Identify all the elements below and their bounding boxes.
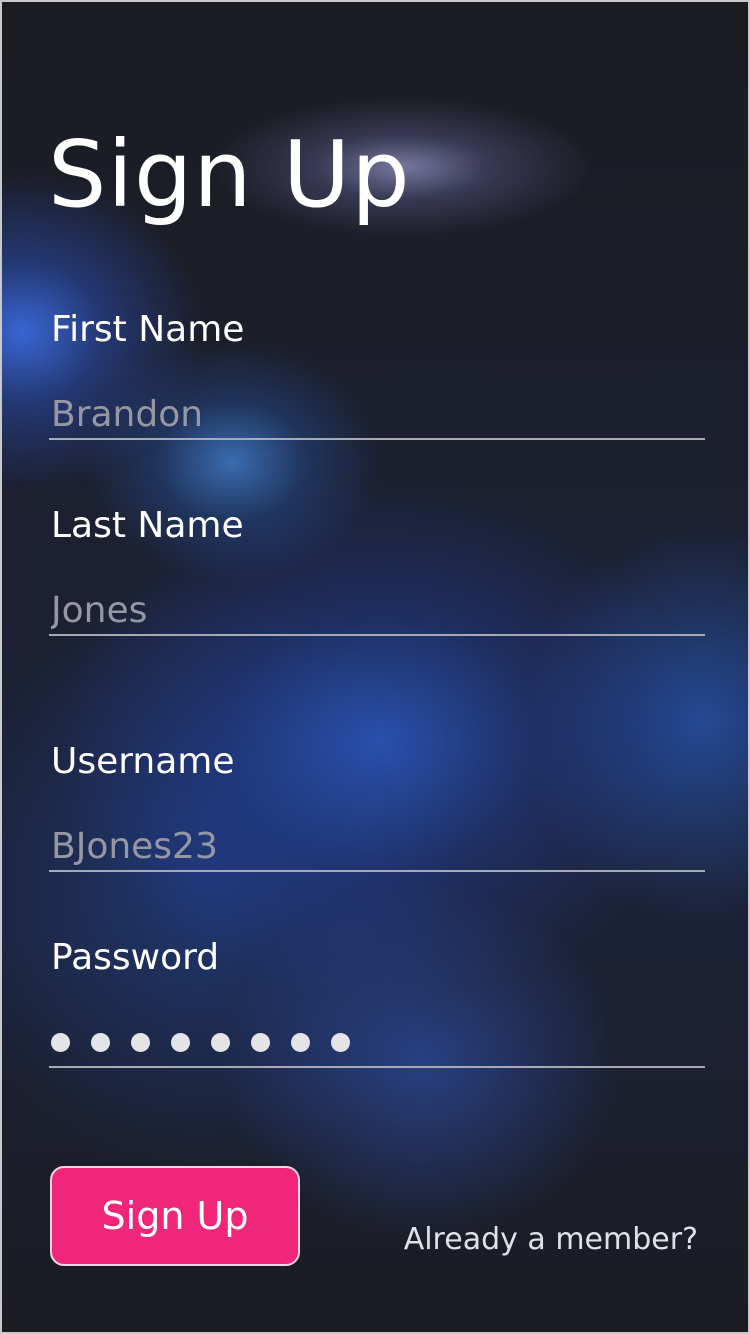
password-dot bbox=[51, 1032, 70, 1052]
page-title: Sign Up bbox=[48, 121, 411, 228]
password-dot bbox=[131, 1032, 150, 1052]
password-dot bbox=[251, 1032, 270, 1052]
first-name-label: First Name bbox=[51, 309, 245, 350]
first-name-group: First Name bbox=[49, 308, 705, 440]
password-label: Password bbox=[51, 937, 220, 978]
username-label: Username bbox=[51, 741, 235, 782]
last-name-field[interactable] bbox=[49, 586, 705, 636]
already-member-link[interactable]: Already a member? bbox=[404, 1220, 698, 1260]
username-group: Username bbox=[49, 740, 705, 872]
last-name-group: Last Name bbox=[49, 504, 705, 636]
password-dot bbox=[331, 1032, 350, 1052]
sign-up-button[interactable]: Sign Up bbox=[50, 1166, 300, 1266]
password-field[interactable] bbox=[49, 1024, 705, 1068]
first-name-field[interactable] bbox=[49, 390, 705, 440]
signup-screen: Sign Up First Name Last Name Username Pa… bbox=[0, 0, 750, 1334]
username-field[interactable] bbox=[49, 822, 705, 872]
last-name-label: Last Name bbox=[51, 505, 244, 546]
password-dot bbox=[171, 1032, 190, 1052]
password-dot bbox=[211, 1032, 230, 1052]
password-dot bbox=[291, 1032, 310, 1052]
password-group: Password bbox=[49, 936, 705, 1068]
password-dot bbox=[91, 1032, 110, 1052]
